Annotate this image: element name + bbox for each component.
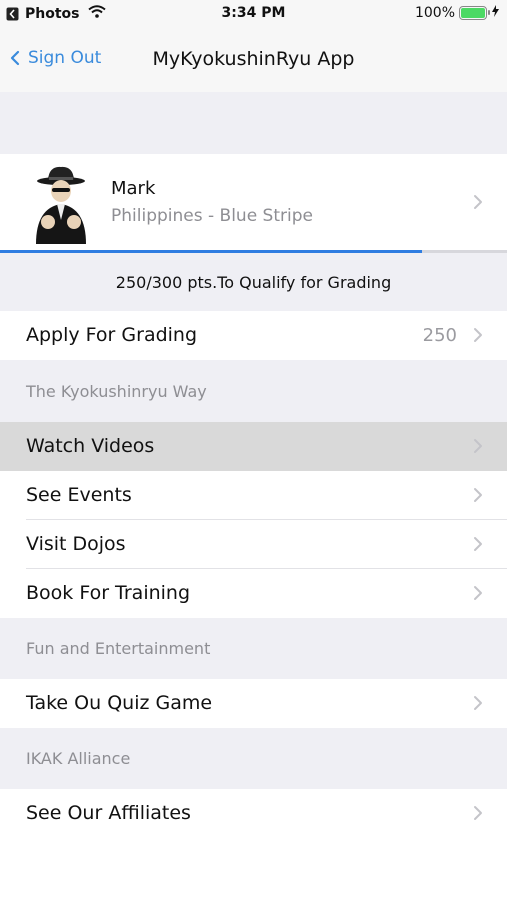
status-bar: Photos 3:34 PM 100% (0, 0, 507, 28)
apply-for-grading-row[interactable]: Apply For Grading 250 (0, 311, 507, 360)
page-title: MyKyokushinRyu App (152, 48, 355, 70)
see-affiliates-row[interactable]: See Our Affiliates (0, 789, 507, 838)
top-spacer (0, 92, 507, 154)
visit-dojos-row[interactable]: Visit Dojos (0, 520, 507, 569)
battery-icon (459, 6, 490, 20)
chevron-right-icon (474, 586, 482, 600)
row-label: Watch Videos (26, 435, 155, 457)
navigation-bar: Sign Out MyKyokushinRyu App (0, 28, 507, 92)
book-for-training-row[interactable]: Book For Training (0, 569, 507, 618)
chevron-right-icon (474, 328, 482, 342)
chevron-right-icon (474, 537, 482, 551)
status-right: 100% (415, 5, 499, 21)
battery-percent: 100% (414, 5, 455, 21)
section-header-kyokushinryu-way: The Kyokushinryu Way (0, 360, 507, 422)
progress-label-row: 250/300 pts.To Qualify for Grading (0, 253, 507, 311)
row-label: See Events (26, 484, 132, 506)
profile-name: Mark (111, 178, 156, 199)
row-label: Take Ou Quiz Game (26, 692, 213, 714)
profile-cell[interactable]: Mark Philippines - Blue Stripe (0, 154, 507, 250)
chevron-right-icon (474, 488, 482, 502)
profile-subtitle: Philippines - Blue Stripe (111, 206, 313, 226)
apply-for-grading-label: Apply For Grading (26, 324, 198, 346)
section-label: Fun and Entertainment (26, 639, 211, 658)
avatar (36, 166, 86, 244)
progress-label: 250/300 pts.To Qualify for Grading (115, 273, 392, 292)
watch-videos-row[interactable]: Watch Videos (0, 422, 507, 471)
section-label: The Kyokushinryu Way (26, 382, 207, 401)
row-label: Book For Training (26, 582, 191, 604)
quiz-game-row[interactable]: Take Ou Quiz Game (0, 679, 507, 728)
row-label: Visit Dojos (26, 533, 126, 555)
charging-icon (492, 5, 499, 21)
chevron-right-icon (474, 439, 482, 453)
section-header-ikak-alliance: IKAK Alliance (0, 728, 507, 789)
section-label: IKAK Alliance (26, 749, 131, 768)
row-label: See Our Affiliates (26, 802, 191, 824)
section-header-fun-and-entertainment: Fun and Entertainment (0, 618, 507, 679)
chevron-right-icon (474, 195, 482, 209)
grading-points-value: 250 (422, 325, 457, 346)
chevron-right-icon (474, 696, 482, 710)
chevron-right-icon (474, 806, 482, 820)
see-events-row[interactable]: See Events (0, 471, 507, 520)
